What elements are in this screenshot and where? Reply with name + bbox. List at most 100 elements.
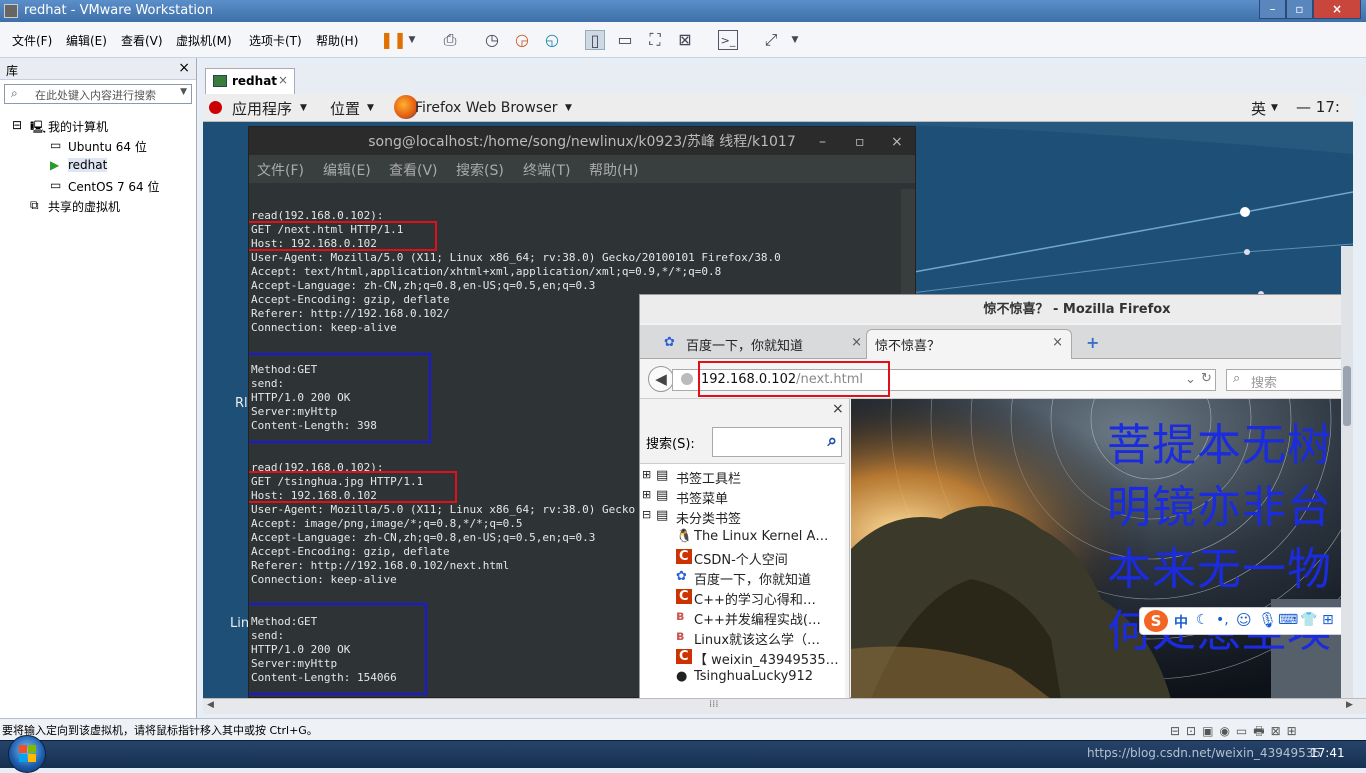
library-search-input[interactable]: ⌕ 在此处键入内容进行搜索 ▼ bbox=[4, 84, 192, 104]
tab-close-icon[interactable]: × bbox=[1052, 335, 1063, 350]
scroll-grip-icon[interactable]: ⁞⁞⁞ bbox=[709, 699, 719, 710]
terminal-menu-edit[interactable]: 编辑(E) bbox=[323, 157, 371, 185]
unity-icon[interactable]: ⊠ bbox=[675, 30, 695, 50]
microphone-icon[interactable]: 🎙 bbox=[1258, 611, 1277, 629]
bookmark-item[interactable]: 【 weixin_43949535… bbox=[694, 649, 839, 668]
terminal-line: Accept-Language: zh-CN,zh;q=0.8,en-US;q=… bbox=[251, 279, 596, 292]
scroll-right-icon[interactable]: ▶ bbox=[1346, 700, 1353, 710]
bookmark-item[interactable]: TsinghuaLucky912 bbox=[694, 669, 813, 684]
bookmark-item[interactable]: The Linux Kernel A… bbox=[694, 529, 828, 544]
moon-icon[interactable]: ☾ bbox=[1196, 612, 1209, 628]
tree-my-computer[interactable]: 我的计算机 bbox=[48, 118, 108, 135]
snapshot-icon[interactable]: ◷ bbox=[482, 30, 502, 50]
vmware-menubar: 文件(F) 编辑(E) 查看(V) 虚拟机(M) 选项卡(T) 帮助(H) ❚❚… bbox=[0, 22, 1366, 58]
snapshot-manager-icon[interactable]: ◵ bbox=[542, 30, 562, 50]
highlight-request-box bbox=[249, 471, 457, 503]
sidebar-close-icon[interactable]: × bbox=[832, 401, 844, 417]
ime-toolbar[interactable]: S 中 ☾ •, ☺ 🎙 ⌨ 👕 ⊞ bbox=[1139, 607, 1353, 635]
tree-expander-icon[interactable]: ⊞ bbox=[642, 488, 651, 501]
menu-help[interactable]: 帮助(H) bbox=[316, 32, 358, 49]
send-keys-icon[interactable]: ⎙ bbox=[440, 30, 460, 50]
close-button[interactable]: × bbox=[1313, 0, 1361, 19]
vm-tab-icon bbox=[213, 75, 227, 87]
menu-edit[interactable]: 编辑(E) bbox=[66, 32, 107, 49]
terminal-menu-terminal[interactable]: 终端(T) bbox=[523, 157, 570, 185]
terminal-menu-help[interactable]: 帮助(H) bbox=[589, 157, 638, 185]
bookmark-item[interactable]: 百度一下，你就知道 bbox=[694, 569, 811, 588]
terminal-maximize-button[interactable]: ▫ bbox=[855, 127, 865, 157]
tab-baidu[interactable]: ✿ 百度一下，你就知道 × bbox=[658, 331, 862, 359]
stretch-icon[interactable]: ⤢ bbox=[761, 30, 781, 50]
bookmark-item[interactable]: CSDN-个人空间 bbox=[694, 549, 788, 568]
revert-snapshot-icon[interactable]: ◶ bbox=[512, 30, 532, 50]
github-icon: ● bbox=[676, 669, 688, 684]
bookmark-folder[interactable]: 书签工具栏 bbox=[676, 468, 741, 487]
applications-menu[interactable]: 应用程序 bbox=[232, 98, 292, 119]
pause-icon[interactable]: ❚❚ bbox=[380, 30, 407, 50]
taskbar-clock[interactable]: 17:41 bbox=[1310, 746, 1345, 760]
tree-vm-redhat[interactable]: redhat bbox=[68, 158, 108, 172]
tab-close-icon[interactable]: × bbox=[851, 335, 862, 350]
menu-view[interactable]: 查看(V) bbox=[121, 32, 163, 49]
desktop-icon-label[interactable]: Rl bbox=[235, 396, 248, 411]
tree-expander-icon[interactable]: ⊟ bbox=[12, 118, 22, 132]
book-icon: ʙ bbox=[676, 629, 685, 644]
stretch-dropdown-icon[interactable]: ▼ bbox=[785, 30, 805, 50]
terminal-menu-file[interactable]: 文件(F) bbox=[257, 157, 304, 185]
library-close-icon[interactable]: × bbox=[178, 61, 190, 75]
pause-dropdown-icon[interactable]: ▼ bbox=[402, 30, 422, 50]
tree-vm-centos[interactable]: CentOS 7 64 位 bbox=[68, 178, 159, 195]
ime-mode-indicator[interactable]: 中 bbox=[1174, 612, 1188, 632]
bookmark-folder[interactable]: 未分类书签 bbox=[676, 508, 741, 527]
bookmark-item[interactable]: C++的学习心得和… bbox=[694, 589, 816, 608]
page-content[interactable]: 菩提本无树 明镜亦非台 本来无一物 何处惹尘埃 S 中 ☾ •, ☺ 🎙 ⌨ 👕… bbox=[851, 399, 1353, 698]
scroll-left-icon[interactable]: ◀ bbox=[207, 700, 214, 710]
reload-icon[interactable]: ↻ bbox=[1201, 371, 1212, 386]
library-toggle-icon[interactable]: ▯ bbox=[585, 30, 605, 50]
terminal-menu-search[interactable]: 搜索(S) bbox=[456, 157, 504, 185]
desktop-icon-label[interactable]: Lin bbox=[230, 616, 249, 631]
new-tab-button[interactable]: + bbox=[1086, 333, 1099, 352]
keyboard-icon[interactable]: ⌨ bbox=[1278, 612, 1298, 628]
punctuation-icon[interactable]: •, bbox=[1216, 612, 1229, 628]
shirt-icon[interactable]: 👕 bbox=[1300, 612, 1317, 628]
url-dropdown-icon[interactable]: ⌄ bbox=[1185, 372, 1196, 387]
horizontal-scrollbar[interactable]: ◀ ⁞⁞⁞ ▶ bbox=[203, 698, 1366, 714]
active-app-menu[interactable]: Firefox Web Browser bbox=[415, 100, 558, 116]
thumbnail-bar-icon[interactable]: ▭ bbox=[615, 30, 635, 50]
console-icon[interactable]: >_ bbox=[718, 30, 738, 50]
bookmark-item[interactable]: Linux就该这么学（… bbox=[694, 629, 820, 648]
firefox-search-input[interactable]: ⌕ 搜索 bbox=[1226, 369, 1352, 391]
tree-expander-icon[interactable]: ⊟ bbox=[642, 508, 651, 521]
minimize-button[interactable]: – bbox=[1259, 0, 1286, 19]
sidebar-search-input[interactable]: ⌕ bbox=[712, 427, 842, 457]
terminal-menu-view[interactable]: 查看(V) bbox=[389, 157, 438, 185]
firefox-window[interactable]: 惊不惊喜？ - Mozilla Firefox ✿ 百度一下，你就知道 × 惊不… bbox=[639, 294, 1353, 698]
clock[interactable]: — 17: bbox=[1296, 98, 1340, 116]
grid-icon[interactable]: ⊞ bbox=[1322, 612, 1334, 628]
tab-close-icon[interactable]: × bbox=[278, 73, 288, 87]
tree-shared-vms[interactable]: 共享的虚拟机 bbox=[48, 198, 120, 215]
maximize-button[interactable]: ▫ bbox=[1286, 0, 1313, 19]
tab-redhat[interactable]: redhat × bbox=[205, 68, 295, 94]
input-method-indicator[interactable]: 英 bbox=[1251, 98, 1266, 119]
emoji-icon[interactable]: ☺ bbox=[1236, 611, 1252, 629]
guest-display[interactable]: Rl Lin 应用程序 ▼ 位置 ▼ Firefox Web Browser ▼… bbox=[203, 94, 1353, 698]
terminal-close-button[interactable]: × bbox=[891, 127, 903, 157]
fullscreen-icon[interactable]: ⛶ bbox=[645, 30, 665, 50]
search-dropdown-icon[interactable]: ▼ bbox=[180, 87, 187, 97]
back-button[interactable]: ◀ bbox=[648, 366, 674, 392]
tab-active[interactable]: 惊不惊喜？ × bbox=[866, 329, 1072, 359]
bookmark-folder[interactable]: 书签菜单 bbox=[676, 488, 728, 507]
scrollbar-thumb[interactable] bbox=[1343, 366, 1351, 426]
start-button[interactable] bbox=[8, 735, 46, 773]
menu-file[interactable]: 文件(F) bbox=[12, 32, 52, 49]
bookmark-item[interactable]: C++并发编程实战(… bbox=[694, 609, 821, 628]
guest-vertical-scrollbar[interactable] bbox=[1341, 246, 1353, 698]
places-menu[interactable]: 位置 bbox=[330, 98, 360, 119]
terminal-minimize-button[interactable]: – bbox=[819, 127, 826, 157]
menu-vm[interactable]: 虚拟机(M) bbox=[176, 32, 232, 49]
menu-tabs[interactable]: 选项卡(T) bbox=[249, 32, 302, 49]
tree-vm-ubuntu[interactable]: Ubuntu 64 位 bbox=[68, 138, 147, 155]
tree-expander-icon[interactable]: ⊞ bbox=[642, 468, 651, 481]
